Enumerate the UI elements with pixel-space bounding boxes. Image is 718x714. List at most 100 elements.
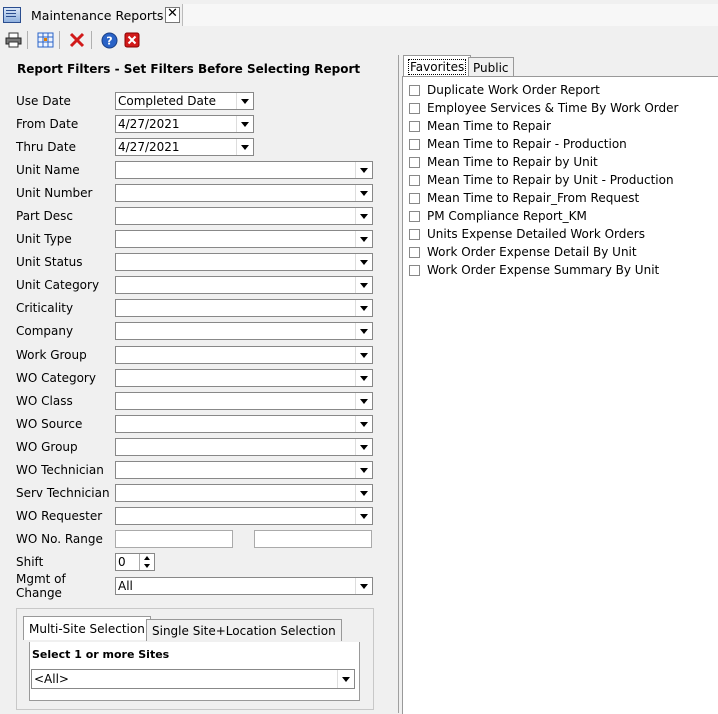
- filter-row: Unit Category: [16, 275, 373, 295]
- dropdown-arrow-icon[interactable]: [355, 208, 372, 224]
- dropdown-arrow-icon[interactable]: [355, 347, 372, 363]
- use-date-value: Completed Date: [118, 94, 216, 108]
- report-list: Duplicate Work Order Report Employee Ser…: [402, 76, 718, 714]
- list-item[interactable]: Mean Time to Repair_From Request: [409, 189, 639, 207]
- wo-class-select[interactable]: [115, 392, 373, 410]
- wo-requester-select[interactable]: [115, 507, 373, 525]
- list-item[interactable]: Work Order Expense Detail By Unit: [409, 243, 637, 261]
- print-button[interactable]: [3, 30, 23, 50]
- from-date-label: From Date: [16, 117, 79, 131]
- dropdown-arrow-icon[interactable]: [236, 93, 253, 109]
- checkbox[interactable]: [409, 174, 420, 186]
- dropdown-arrow-icon[interactable]: [236, 116, 253, 132]
- checkbox[interactable]: [409, 120, 420, 132]
- exit-button[interactable]: [122, 30, 142, 50]
- work-group-select[interactable]: [115, 346, 373, 364]
- wo-group-select[interactable]: [115, 438, 373, 456]
- checkbox[interactable]: [409, 246, 420, 258]
- dropdown-arrow-icon[interactable]: [355, 370, 372, 386]
- report-label: Work Order Expense Summary By Unit: [427, 263, 660, 277]
- report-label: Mean Time to Repair by Unit: [427, 155, 598, 169]
- list-item[interactable]: Work Order Expense Summary By Unit: [409, 261, 659, 279]
- dropdown-arrow-icon[interactable]: [355, 439, 372, 455]
- help-button[interactable]: ?: [99, 30, 119, 50]
- unit-number-select[interactable]: [115, 184, 373, 202]
- tab-favorites[interactable]: Favorites: [403, 55, 472, 77]
- report-label: Work Order Expense Detail By Unit: [427, 245, 637, 259]
- use-date-select[interactable]: Completed Date: [115, 92, 254, 110]
- mgmt-change-select[interactable]: All: [115, 577, 373, 595]
- checkbox[interactable]: [409, 84, 420, 96]
- checkbox[interactable]: [409, 210, 420, 222]
- unit-category-select[interactable]: [115, 276, 373, 294]
- tab-multi-site[interactable]: Multi-Site Selection: [23, 616, 151, 640]
- checkbox[interactable]: [409, 264, 420, 276]
- window-tab[interactable]: Maintenance Reports ✕: [0, 4, 180, 26]
- unit-name-select[interactable]: [115, 161, 373, 179]
- dropdown-arrow-icon[interactable]: [355, 508, 372, 524]
- filter-row: WO Group: [16, 437, 373, 457]
- unit-type-select[interactable]: [115, 230, 373, 248]
- tab-public[interactable]: Public: [468, 57, 514, 77]
- close-tab-icon[interactable]: ✕: [165, 7, 180, 23]
- part-desc-select[interactable]: [115, 207, 373, 225]
- filter-label: Work Group: [16, 348, 87, 362]
- dropdown-arrow-icon[interactable]: [337, 670, 354, 688]
- checkbox[interactable]: [409, 102, 420, 114]
- dropdown-arrow-icon[interactable]: [355, 416, 372, 432]
- dropdown-arrow-icon[interactable]: [355, 300, 372, 316]
- from-date-picker[interactable]: 4/27/2021: [115, 115, 254, 133]
- wo-technician-select[interactable]: [115, 461, 373, 479]
- filter-label: Unit Number: [16, 186, 93, 200]
- report-label: Mean Time to Repair_From Request: [427, 191, 640, 205]
- list-item[interactable]: Units Expense Detailed Work Orders: [409, 225, 645, 243]
- stepper-down-icon[interactable]: [140, 562, 154, 570]
- company-select[interactable]: [115, 322, 373, 340]
- sites-label: Select 1 or more Sites: [32, 648, 170, 661]
- filters-heading: Report Filters - Set Filters Before Sele…: [17, 62, 361, 76]
- list-item[interactable]: Mean Time to Repair: [409, 117, 551, 135]
- dropdown-arrow-icon[interactable]: [355, 485, 372, 501]
- list-item[interactable]: Mean Time to Repair by Unit - Production: [409, 171, 674, 189]
- dropdown-arrow-icon[interactable]: [355, 254, 372, 270]
- dropdown-arrow-icon[interactable]: [355, 323, 372, 339]
- list-item[interactable]: Employee Services & Time By Work Order: [409, 99, 678, 117]
- wo-range-to-input[interactable]: [254, 530, 372, 548]
- criticality-select[interactable]: [115, 299, 373, 317]
- dropdown-arrow-icon[interactable]: [355, 231, 372, 247]
- serv-technician-select[interactable]: [115, 484, 373, 502]
- from-date-row: From Date 4/27/2021: [16, 114, 254, 134]
- filter-row: Criticality: [16, 298, 373, 318]
- wo-source-select[interactable]: [115, 415, 373, 433]
- unit-status-select[interactable]: [115, 253, 373, 271]
- wo-range-row: WO No. Range: [16, 529, 372, 549]
- checkbox[interactable]: [409, 138, 420, 150]
- shift-stepper[interactable]: 0: [115, 553, 155, 571]
- delete-button[interactable]: [67, 30, 87, 50]
- filter-label: WO Class: [16, 394, 73, 408]
- wo-range-from-input[interactable]: [115, 530, 233, 548]
- dropdown-arrow-icon[interactable]: [355, 277, 372, 293]
- grid-button[interactable]: [35, 30, 55, 50]
- list-item[interactable]: PM Compliance Report_KM: [409, 207, 587, 225]
- tab-single-site[interactable]: Single Site+Location Selection: [146, 619, 342, 641]
- wo-category-select[interactable]: [115, 369, 373, 387]
- list-item[interactable]: Mean Time to Repair - Production: [409, 135, 627, 153]
- checkbox[interactable]: [409, 228, 420, 240]
- thru-date-picker[interactable]: 4/27/2021: [115, 138, 254, 156]
- dropdown-arrow-icon[interactable]: [236, 139, 253, 155]
- list-item[interactable]: Mean Time to Repair by Unit: [409, 153, 598, 171]
- dropdown-arrow-icon[interactable]: [355, 462, 372, 478]
- checkbox[interactable]: [409, 156, 420, 168]
- report-label: Duplicate Work Order Report: [427, 83, 600, 97]
- dropdown-arrow-icon[interactable]: [355, 162, 372, 178]
- reports-app-icon: [3, 7, 21, 23]
- sites-select[interactable]: <All>: [31, 669, 355, 689]
- dropdown-arrow-icon[interactable]: [355, 185, 372, 201]
- checkbox[interactable]: [409, 192, 420, 204]
- toolbar-separator: [91, 31, 92, 49]
- stepper-up-icon[interactable]: [140, 554, 154, 562]
- list-item[interactable]: Duplicate Work Order Report: [409, 81, 600, 99]
- dropdown-arrow-icon[interactable]: [355, 393, 372, 409]
- dropdown-arrow-icon[interactable]: [355, 578, 372, 594]
